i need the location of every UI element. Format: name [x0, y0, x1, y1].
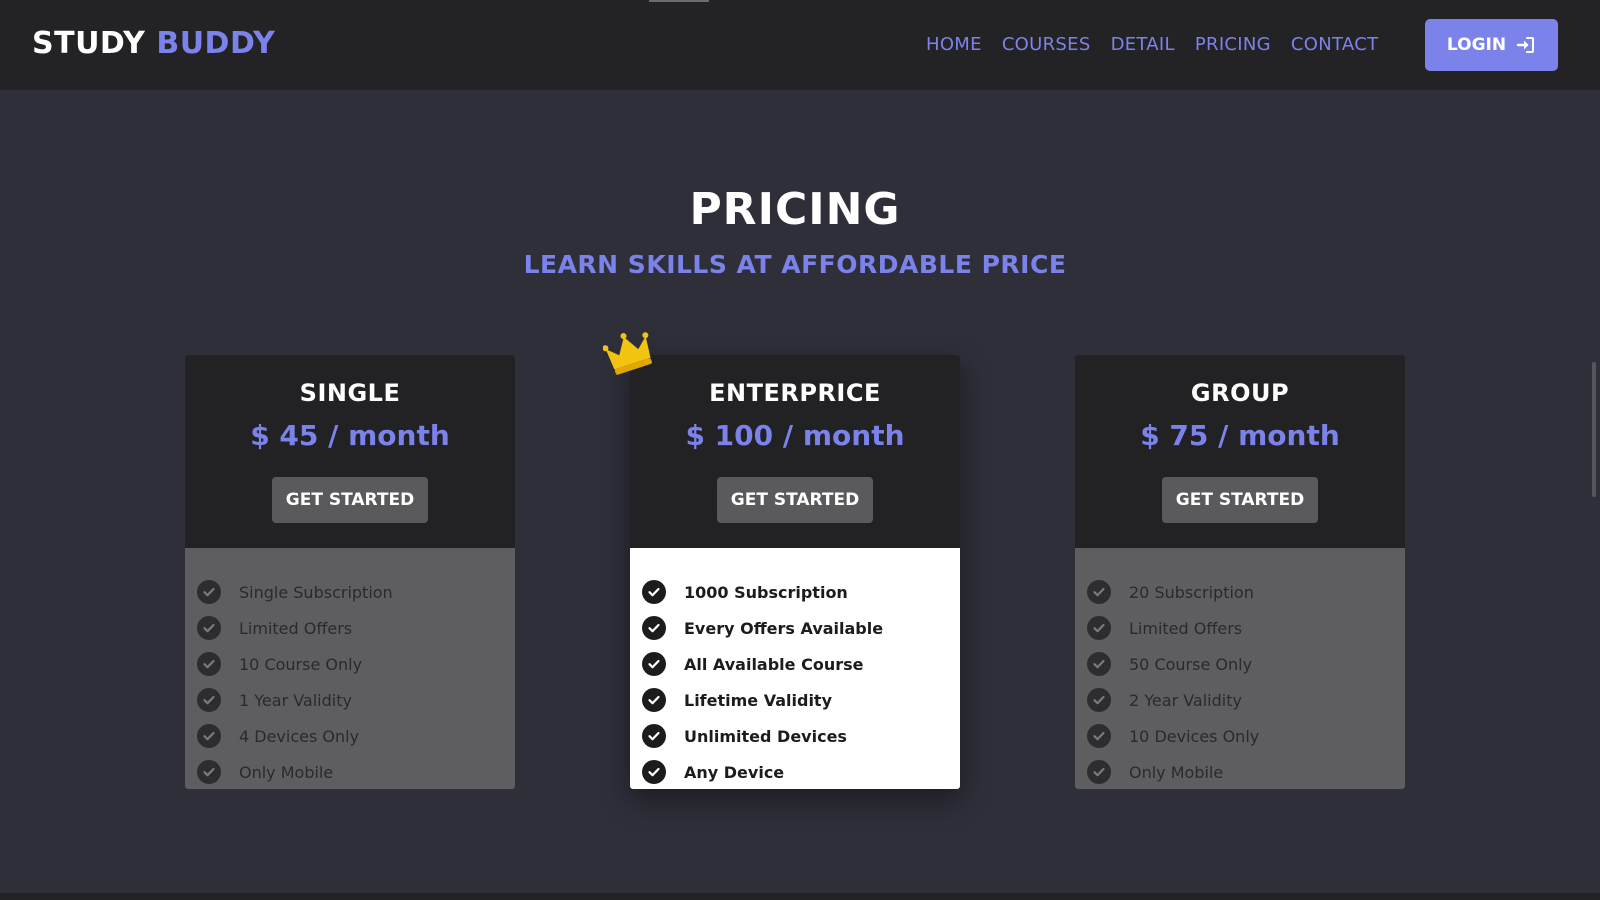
- feature-text: 20 Subscription: [1129, 582, 1254, 602]
- feature-item: Single Subscription: [185, 574, 515, 610]
- plan-price: $ 100 / month: [685, 419, 905, 452]
- feature-text: 1000 Subscription: [684, 582, 848, 602]
- pricing-subtitle: LEARN SKILLS AT AFFORDABLE PRICE: [523, 250, 1067, 279]
- feature-list: Single Subscription Limited Offers 10 Co…: [185, 548, 515, 789]
- check-circle-icon: [197, 688, 221, 712]
- card-header: SINGLE $ 45 / month GET STARTED: [185, 355, 515, 548]
- pricing-card-single: SINGLE $ 45 / month GET STARTED Single S…: [185, 355, 515, 789]
- card-header: ENTERPRICE $ 100 / month GET STARTED: [630, 355, 960, 548]
- nav-link-pricing[interactable]: PRICING: [1195, 32, 1271, 58]
- pricing-card-enterprice: ENTERPRICE $ 100 / month GET STARTED 100…: [630, 355, 960, 789]
- login-button[interactable]: LOGIN: [1425, 19, 1558, 71]
- feature-item: Only Mobile: [1075, 754, 1405, 789]
- feature-item: All Available Course: [630, 646, 960, 682]
- nav-link-home[interactable]: HOME: [926, 32, 982, 58]
- plan-price: $ 75 / month: [1140, 419, 1340, 452]
- feature-item: Lifetime Validity: [630, 682, 960, 718]
- feature-text: 1 Year Validity: [239, 690, 352, 710]
- feature-text: All Available Course: [684, 654, 864, 674]
- feature-text: 2 Year Validity: [1129, 690, 1242, 710]
- nav-link-detail[interactable]: DETAIL: [1111, 32, 1175, 58]
- footer-strip: [0, 893, 1600, 900]
- feature-item: 20 Subscription: [1075, 574, 1405, 610]
- check-circle-icon: [642, 724, 666, 748]
- check-circle-icon: [197, 616, 221, 640]
- feature-item: Unlimited Devices: [630, 718, 960, 754]
- check-circle-icon: [642, 580, 666, 604]
- feature-item: 4 Devices Only: [185, 718, 515, 754]
- check-circle-icon: [1087, 688, 1111, 712]
- feature-text: 50 Course Only: [1129, 654, 1253, 674]
- feature-text: Unlimited Devices: [684, 726, 847, 746]
- feature-list: 20 Subscription Limited Offers 50 Course…: [1075, 548, 1405, 789]
- check-circle-icon: [197, 652, 221, 676]
- feature-item: 10 Course Only: [185, 646, 515, 682]
- check-circle-icon: [197, 760, 221, 784]
- check-circle-icon: [1087, 760, 1111, 784]
- feature-text: Only Mobile: [239, 762, 334, 782]
- brand-word-study: STUDY: [32, 26, 146, 61]
- feature-item: 50 Course Only: [1075, 646, 1405, 682]
- brand-logo[interactable]: STUDY BUDDY: [32, 24, 275, 64]
- crown-icon: [603, 332, 652, 375]
- check-circle-icon: [642, 760, 666, 784]
- feature-text: 10 Devices Only: [1129, 726, 1260, 746]
- nav-link-courses[interactable]: COURSES: [1002, 32, 1091, 58]
- check-circle-icon: [197, 724, 221, 748]
- sign-in-icon: [1516, 37, 1535, 53]
- get-started-button[interactable]: GET STARTED: [1162, 477, 1318, 523]
- feature-item: 2 Year Validity: [1075, 682, 1405, 718]
- feature-text: Lifetime Validity: [684, 690, 833, 710]
- feature-text: 10 Course Only: [239, 654, 363, 674]
- feature-text: Single Subscription: [239, 582, 393, 602]
- pricing-title: PRICING: [689, 184, 901, 235]
- feature-item: 1000 Subscription: [630, 574, 960, 610]
- feature-item: Any Device: [630, 754, 960, 789]
- feature-item: 10 Devices Only: [1075, 718, 1405, 754]
- check-circle-icon: [642, 652, 666, 676]
- plan-price: $ 45 / month: [250, 419, 450, 452]
- pricing-card-group: GROUP $ 75 / month GET STARTED 20 Subscr…: [1075, 355, 1405, 789]
- feature-text: Every Offers Available: [684, 618, 884, 638]
- plan-name: ENTERPRICE: [709, 379, 881, 407]
- navbar: STUDY BUDDY HOME COURSES DETAIL PRICING …: [0, 0, 1600, 90]
- feature-item: Only Mobile: [185, 754, 515, 789]
- get-started-button[interactable]: GET STARTED: [272, 477, 428, 523]
- plan-name: GROUP: [1190, 379, 1290, 407]
- feature-list: 1000 Subscription Every Offers Available…: [630, 548, 960, 789]
- feature-item: 1 Year Validity: [185, 682, 515, 718]
- feature-item: Limited Offers: [185, 610, 515, 646]
- check-circle-icon: [642, 616, 666, 640]
- nav-links: HOME COURSES DETAIL PRICING CONTACT: [926, 32, 1378, 58]
- check-circle-icon: [197, 580, 221, 604]
- check-circle-icon: [1087, 580, 1111, 604]
- login-button-label: LOGIN: [1446, 35, 1507, 55]
- nav-indicator: [649, 0, 709, 2]
- scrollbar-thumb[interactable]: [1592, 362, 1596, 497]
- feature-item: Every Offers Available: [630, 610, 960, 646]
- feature-text: 4 Devices Only: [239, 726, 360, 746]
- check-circle-icon: [1087, 724, 1111, 748]
- check-circle-icon: [1087, 616, 1111, 640]
- feature-text: Limited Offers: [239, 618, 353, 638]
- brand-word-buddy: BUDDY: [156, 26, 276, 61]
- feature-text: Any Device: [684, 762, 785, 782]
- feature-text: Only Mobile: [1129, 762, 1224, 782]
- check-circle-icon: [642, 688, 666, 712]
- get-started-button[interactable]: GET STARTED: [717, 477, 873, 523]
- plan-name: SINGLE: [299, 379, 401, 407]
- feature-text: Limited Offers: [1129, 618, 1243, 638]
- feature-item: Limited Offers: [1075, 610, 1405, 646]
- card-header: GROUP $ 75 / month GET STARTED: [1075, 355, 1405, 548]
- nav-link-contact[interactable]: CONTACT: [1291, 32, 1378, 58]
- check-circle-icon: [1087, 652, 1111, 676]
